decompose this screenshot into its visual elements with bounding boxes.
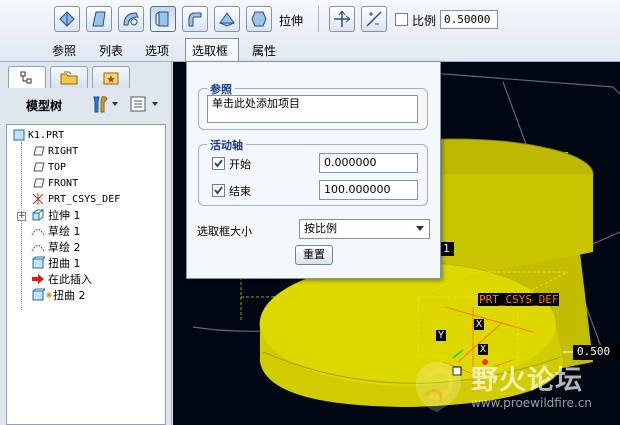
csys-label: PRT_CSYS_DEF — [478, 293, 560, 306]
datum-plane-tool-icon — [59, 11, 75, 27]
list-icon — [130, 96, 158, 112]
axis-label-y: Y — [436, 330, 447, 341]
part-icon — [13, 129, 25, 141]
datum-plane-icon — [33, 178, 45, 188]
active-axis-group-title: 活动轴 — [207, 137, 246, 153]
flip-axis-button[interactable] — [361, 6, 387, 32]
watermark-title: 野火论坛 — [471, 365, 583, 396]
marquee-size-select[interactable]: 按比例 — [299, 219, 430, 239]
tree-item-right[interactable]: RIGHT — [31, 143, 78, 159]
tree-item-insert-here[interactable]: 在此插入 — [31, 271, 92, 287]
warp-icon — [32, 288, 45, 301]
bend-tool-icon — [188, 12, 202, 27]
marquee-panel: 参照 单击此处添加项目 活动轴 开始 0.000000 结束 100.00000… — [186, 61, 441, 279]
stretch-tool-icon — [155, 11, 169, 27]
ratio-label: 比例 — [412, 14, 437, 28]
reference-group: 参照 单击此处添加项目 — [198, 81, 428, 130]
tree-item-sketch-2[interactable]: 草绘 2 — [31, 239, 81, 255]
stretch-tool-button[interactable] — [150, 6, 176, 32]
checkmark-icon — [214, 159, 223, 168]
datum-plane-icon — [33, 146, 45, 156]
move-axis-button[interactable] — [329, 6, 355, 32]
end-label: 结束 — [229, 185, 251, 198]
marquee-size-label: 选取框大小 — [197, 225, 252, 238]
end-checkbox[interactable] — [212, 184, 225, 197]
tree-item-warp-2[interactable]: 扭曲 2 — [31, 287, 86, 303]
axis-label-x1: X — [474, 319, 485, 330]
fold-tool-icon — [251, 11, 267, 27]
extrude-icon — [32, 209, 45, 221]
tab-options[interactable]: 选项 — [145, 42, 169, 59]
csys-icon — [32, 193, 44, 205]
taper-tool-icon — [92, 11, 106, 27]
tree-columns-button[interactable] — [128, 94, 162, 117]
start-value-input[interactable]: 0.000000 — [319, 153, 418, 173]
favorites-tab[interactable] — [92, 66, 130, 88]
tree-item-front[interactable]: FRONT — [31, 175, 78, 191]
fold-tool-button[interactable] — [246, 6, 272, 32]
reset-button[interactable]: 重置 — [295, 245, 333, 265]
start-label: 开始 — [229, 158, 251, 171]
expand-toggle[interactable]: + — [17, 212, 26, 221]
tab-properties[interactable]: 属性 — [252, 42, 276, 59]
tree-connector-line — [21, 142, 22, 310]
sculpt-tool-icon — [219, 12, 235, 27]
sketch-icon — [31, 245, 45, 252]
flip-axis-icon — [366, 11, 382, 27]
toolbar-separator — [318, 6, 319, 32]
active-axis-group: 活动轴 开始 0.000000 结束 100.000000 — [198, 137, 428, 206]
chevron-down-icon — [416, 226, 424, 231]
marquee-size-value: 按比例 — [304, 222, 337, 235]
tree-item-warp-1[interactable]: 扭曲 1 — [31, 255, 81, 271]
tree-item-extrude[interactable]: 拉伸 1 — [31, 207, 81, 223]
tools-icon — [93, 96, 118, 113]
watermark-url: www.proewildfire.cn — [471, 396, 592, 410]
model-tree-header: 模型树 — [4, 90, 168, 118]
twist-tool-icon — [123, 12, 139, 26]
model-tree-title: 模型树 — [26, 99, 63, 113]
ratio-input[interactable]: 0.50000 — [440, 10, 498, 29]
model-tree-tab-icon — [20, 71, 32, 83]
checkmark-icon — [214, 186, 223, 195]
taper-tool-button[interactable] — [86, 6, 112, 32]
tree-item-top[interactable]: TOP — [31, 159, 66, 175]
tree-item-sketch-1[interactable]: 草绘 1 — [31, 223, 81, 239]
warp-icon — [32, 256, 45, 269]
ratio-checkbox[interactable] — [395, 13, 408, 26]
end-value-input[interactable]: 100.000000 — [319, 180, 418, 200]
twist-tool-button[interactable] — [118, 6, 144, 32]
model-tree: + K1.PRT RIGHT TOP FRONT PRT_CSYS_DEF 拉伸… — [6, 124, 166, 425]
watermark: 野火论坛 www.proewildfire.cn — [407, 354, 620, 425]
tree-settings-button[interactable] — [90, 94, 120, 117]
navigator-pane: 模型树 + K1.PRT RIGHT TOP FRONT PRT_CSYS_DE… — [0, 62, 172, 425]
start-checkbox[interactable] — [212, 157, 225, 170]
folder-icon — [60, 71, 78, 84]
move-axis-icon — [334, 10, 351, 27]
tab-list[interactable]: 列表 — [99, 42, 123, 59]
tree-item-csys[interactable]: PRT_CSYS_DEF — [31, 191, 120, 207]
insert-arrow-icon — [32, 274, 44, 284]
reference-collector[interactable]: 单击此处添加项目 — [207, 95, 418, 123]
tab-marquee[interactable]: 选取框 — [192, 42, 228, 59]
dashboard: 拉伸 比例 0.50000 参照 列表 选项 选取框 属性 — [0, 0, 620, 62]
suppressed-marker-icon — [46, 292, 52, 298]
datum-plane-icon — [33, 162, 45, 172]
favorites-icon — [103, 72, 119, 84]
extrude-label: 拉伸 — [279, 14, 304, 28]
model-tree-tab[interactable] — [8, 66, 46, 88]
bend-tool-button[interactable] — [182, 6, 208, 32]
tree-item-part[interactable]: K1.PRT — [13, 127, 64, 143]
folder-browser-tab[interactable] — [50, 66, 88, 88]
partial-tag-label: 1 — [443, 242, 450, 255]
watermark-logo-icon — [415, 362, 461, 412]
datum-plane-tool-button[interactable] — [54, 6, 80, 32]
sketch-icon — [31, 229, 45, 236]
tab-references[interactable]: 参照 — [52, 42, 76, 59]
sculpt-tool-button[interactable] — [214, 6, 240, 32]
